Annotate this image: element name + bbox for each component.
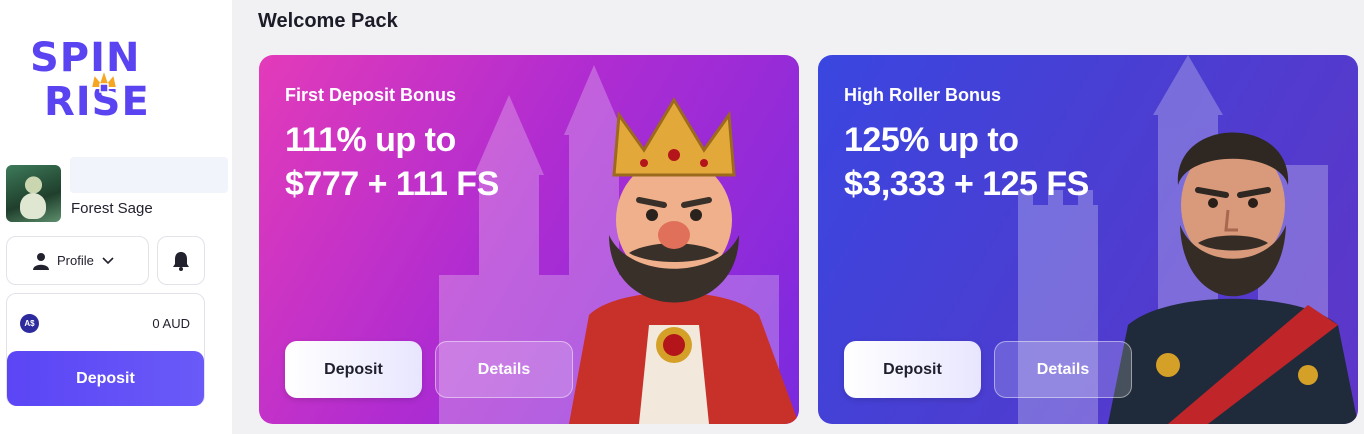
spinrise-logo[interactable]: SPIN RISE bbox=[30, 38, 180, 124]
king-character-image bbox=[569, 97, 799, 424]
sidebar-deposit-button[interactable]: Deposit bbox=[7, 351, 204, 406]
bonus-amount: $3,333 + 125 FS bbox=[844, 165, 1089, 203]
bonus-percentage: 125% up to bbox=[844, 121, 1019, 159]
bonus-subtitle: First Deposit Bonus bbox=[285, 85, 457, 105]
balance-amount: 0 AUD bbox=[152, 316, 190, 331]
profile-button[interactable]: Profile bbox=[6, 236, 149, 285]
notifications-button[interactable] bbox=[157, 236, 205, 285]
wallet-panel: A$ 0 AUD Deposit bbox=[6, 293, 205, 406]
user-icon bbox=[33, 252, 49, 270]
chevron-down-icon bbox=[102, 256, 114, 264]
username: Forest Sage bbox=[71, 200, 153, 217]
details-button[interactable]: Details bbox=[435, 341, 573, 398]
aud-currency-icon: A$ bbox=[20, 314, 39, 333]
deposit-button[interactable]: Deposit bbox=[285, 341, 422, 398]
username-banner bbox=[70, 157, 228, 193]
details-button[interactable]: Details bbox=[994, 341, 1132, 398]
crown-icon bbox=[89, 66, 119, 93]
user-avatar[interactable] bbox=[6, 165, 61, 222]
bell-icon bbox=[173, 251, 189, 271]
wizard-avatar-icon bbox=[20, 193, 46, 219]
bonus-card-first-deposit[interactable]: First Deposit Bonus 111% up to $777 + 11… bbox=[259, 55, 799, 424]
sidebar: SPIN RISE Forest Sage Profile A$ 0 AUD D… bbox=[0, 0, 232, 434]
bonus-amount: $777 + 111 FS bbox=[285, 165, 499, 203]
bonus-percentage: 111% up to bbox=[285, 121, 456, 159]
deposit-button[interactable]: Deposit bbox=[844, 341, 981, 398]
bonus-subtitle: High Roller Bonus bbox=[844, 85, 1001, 105]
bonus-card-high-roller[interactable]: High Roller Bonus 125% up to $3,333 + 12… bbox=[818, 55, 1358, 424]
general-character-image bbox=[1108, 132, 1358, 424]
profile-label: Profile bbox=[57, 253, 94, 268]
section-title: Welcome Pack bbox=[258, 10, 398, 32]
user-info: Forest Sage bbox=[6, 157, 228, 223]
logo-word-spin: SPIN bbox=[30, 35, 141, 81]
